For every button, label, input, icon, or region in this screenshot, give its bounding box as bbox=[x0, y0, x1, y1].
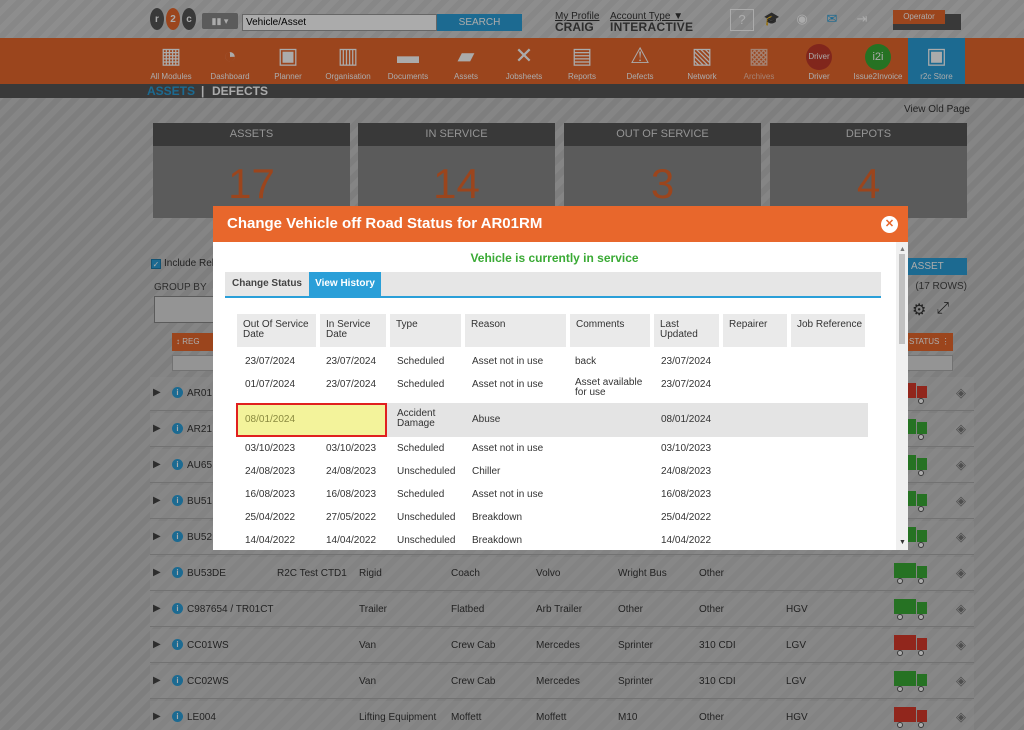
cell-out: 03/10/2023 bbox=[245, 443, 296, 454]
cell-in: 23/07/2024 bbox=[326, 379, 377, 390]
history-row[interactable]: 23/07/2024 23/07/2024 Scheduled Asset not i… bbox=[237, 353, 868, 371]
cell-type: Unscheduled bbox=[397, 535, 456, 546]
column-header[interactable]: Job Reference bbox=[791, 314, 865, 347]
cell-reason: Abuse bbox=[472, 414, 501, 425]
history-row[interactable]: 25/04/2022 27/05/2022 Unscheduled Breakdown… bbox=[237, 509, 868, 527]
history-row[interactable]: 14/04/2022 14/04/2022 Unscheduled Breakdown… bbox=[237, 532, 868, 550]
cell-in: 16/08/2023 bbox=[326, 489, 377, 500]
scroll-thumb[interactable] bbox=[899, 254, 905, 344]
vehicle-status-message: Vehicle is currently in service bbox=[470, 251, 639, 265]
cell-type: Accident Damage bbox=[397, 408, 436, 429]
cell-type: Unscheduled bbox=[397, 512, 456, 523]
cell-out: 01/07/2024 bbox=[245, 379, 296, 390]
scroll-down-icon[interactable]: ▼ bbox=[899, 539, 906, 546]
modal-tabs: Change Status View History bbox=[225, 272, 881, 298]
cell-out: 14/04/2022 bbox=[245, 535, 296, 546]
cell-reason: Breakdown bbox=[472, 512, 523, 523]
cell-updated: 08/01/2024 bbox=[661, 414, 712, 425]
cell-out: 24/08/2023 bbox=[245, 466, 296, 477]
cell-out: 23/07/2024 bbox=[245, 356, 296, 367]
cell-type: Scheduled bbox=[397, 443, 445, 454]
cell-comments: back bbox=[575, 356, 597, 367]
modal-body: Vehicle is currently in service Change S… bbox=[213, 242, 896, 550]
cell-reason: Breakdown bbox=[472, 535, 523, 546]
change-status-modal: Change Vehicle off Road Status for AR01R… bbox=[213, 206, 908, 550]
history-row[interactable]: 01/07/2024 23/07/2024 Scheduled Asset not i… bbox=[237, 376, 868, 398]
modal-title: Change Vehicle off Road Status for AR01R… bbox=[213, 206, 908, 242]
cell-in: 27/05/2022 bbox=[326, 512, 377, 523]
cell-in: 03/10/2023 bbox=[326, 443, 377, 454]
cell-reason: Asset not in use bbox=[472, 379, 544, 390]
close-icon[interactable]: ✕ bbox=[881, 216, 898, 233]
cell-reason: Chiller bbox=[472, 466, 501, 477]
history-row[interactable]: 03/10/2023 03/10/2023 Scheduled Asset not i… bbox=[237, 440, 868, 458]
cell-updated: 25/04/2022 bbox=[661, 512, 712, 523]
column-header[interactable]: Out Of Service Date bbox=[237, 314, 316, 347]
column-header[interactable]: Reason bbox=[465, 314, 566, 347]
cell-type: Unscheduled bbox=[397, 466, 456, 477]
cell-type: Scheduled bbox=[397, 489, 445, 500]
history-row[interactable]: 24/08/2023 24/08/2023 Unscheduled Chiller 24… bbox=[237, 463, 868, 481]
cell-in: 24/08/2023 bbox=[326, 466, 377, 477]
cell-updated: 14/04/2022 bbox=[661, 535, 712, 546]
history-row[interactable]: 08/01/2024 Accident Damage Abuse 08/01/2024 bbox=[236, 403, 868, 437]
cell-updated: 24/08/2023 bbox=[661, 466, 712, 477]
tab-change-status[interactable]: Change Status bbox=[225, 272, 309, 296]
scroll-up-icon[interactable]: ▲ bbox=[899, 246, 906, 253]
cell-in: 14/04/2022 bbox=[326, 535, 377, 546]
cell-type: Scheduled bbox=[397, 379, 445, 390]
cell-updated: 16/08/2023 bbox=[661, 489, 712, 500]
column-header[interactable]: Type bbox=[390, 314, 461, 347]
cell-updated: 23/07/2024 bbox=[661, 356, 712, 367]
modal-scrollbar[interactable]: ▲ ▼ bbox=[896, 242, 908, 550]
cell-updated: 03/10/2023 bbox=[661, 443, 712, 454]
column-header[interactable]: Comments bbox=[570, 314, 650, 347]
cell-reason: Asset not in use bbox=[472, 443, 544, 454]
column-header[interactable]: Repairer bbox=[723, 314, 787, 347]
cell-out: 08/01/2024 bbox=[245, 414, 296, 425]
cell-in: 23/07/2024 bbox=[326, 356, 377, 367]
history-row[interactable]: 16/08/2023 16/08/2023 Scheduled Asset not i… bbox=[237, 486, 868, 504]
tab-view-history[interactable]: View History bbox=[309, 272, 381, 296]
cell-out: 25/04/2022 bbox=[245, 512, 296, 523]
cell-out: 16/08/2023 bbox=[245, 489, 296, 500]
column-header[interactable]: In Service Date bbox=[320, 314, 386, 347]
cell-reason: Asset not in use bbox=[472, 489, 544, 500]
cell-reason: Asset not in use bbox=[472, 356, 544, 367]
cell-comments: Asset available for use bbox=[575, 377, 643, 398]
column-header[interactable]: Last Updated bbox=[654, 314, 719, 347]
cell-updated: 23/07/2024 bbox=[661, 379, 712, 390]
cell-type: Scheduled bbox=[397, 356, 445, 367]
